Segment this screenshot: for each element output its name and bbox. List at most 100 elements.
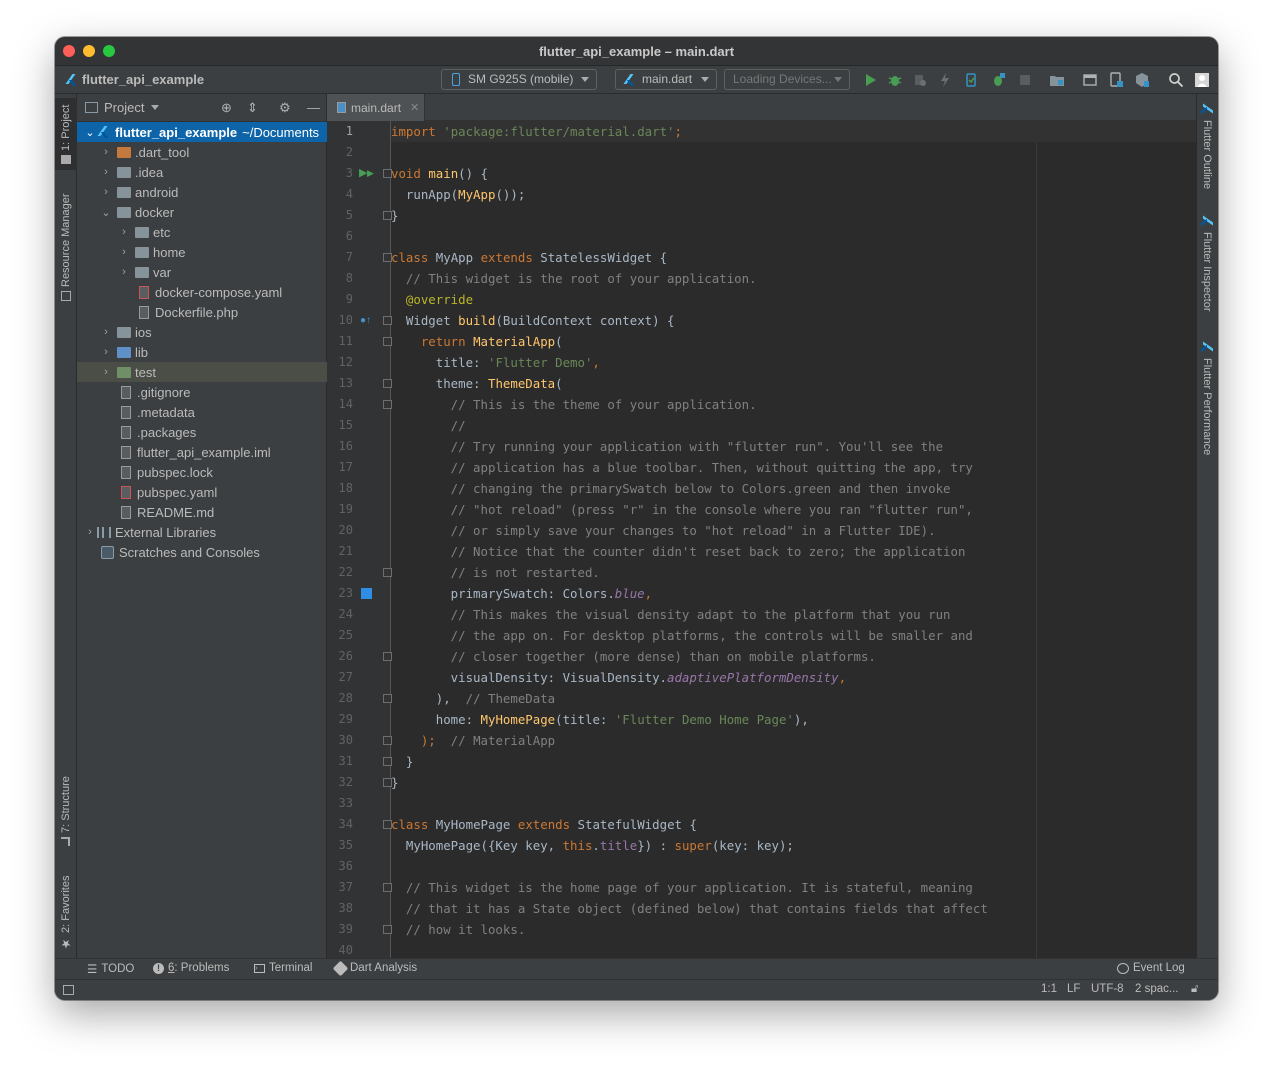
user-icon[interactable] [1194,72,1210,88]
tab-main-dart[interactable]: main.dart ✕ [327,94,425,121]
override-gutter-icon[interactable]: ●↑ [360,310,371,331]
close-window-button[interactable] [63,45,75,57]
collapse-all-icon[interactable]: ⇕ [247,100,258,116]
code-line-29: home: MyHomePage(title: 'Flutter Demo Ho… [391,712,809,727]
chevron-down-icon[interactable]: ⌄ [83,126,97,139]
device-selector[interactable]: SM G925S (mobile) [441,69,597,90]
tree-item-metadata[interactable]: .metadata [77,402,327,422]
tree-root[interactable]: ⌄ flutter_api_example ~/Documents [77,122,327,142]
chevron-right-icon[interactable]: › [99,366,113,378]
tree-item-docker[interactable]: ⌄ docker [77,202,327,222]
code-area[interactable]: ✔ import 'package:flutter/material.dart'… [391,121,1196,958]
todo-button[interactable]: ☰ TODO [87,962,134,976]
tree-item-dart-tool[interactable]: › .dart_tool [77,142,327,162]
tree-item-packages[interactable]: .packages [77,422,327,442]
chevron-down-icon[interactable] [151,105,160,110]
tree-item-scratches[interactable]: Scratches and Consoles [77,542,327,562]
tree-item-pubspec-lock[interactable]: pubspec.lock [77,462,327,482]
event-log-button[interactable]: Event Log [1117,962,1185,974]
avd-manager-icon[interactable] [1108,72,1124,88]
code-line-13: theme: ThemeData( [391,376,563,391]
folder-icon [61,154,71,164]
terminal-button[interactable]: › Terminal [254,962,312,974]
flutter-inspector-icon[interactable] [1134,72,1150,88]
profile-icon[interactable] [912,72,928,88]
close-tab-icon[interactable]: ✕ [410,101,419,114]
chevron-right-icon[interactable]: › [83,526,97,538]
tree-item-etc[interactable]: › etc [77,222,327,242]
line-number: 2 [345,145,353,159]
tab-flutter-outline[interactable]: Flutter Outline [1196,104,1218,200]
chevron-down-icon[interactable]: ⌄ [99,206,113,219]
tree-item-iml[interactable]: flutter_api_example.iml [77,442,327,462]
run-config-selector[interactable]: main.dart [615,69,717,90]
indent-setting[interactable]: 2 spac... [1135,983,1178,995]
tree-item-readme[interactable]: README.md [77,502,327,522]
tree-item-var[interactable]: › var [77,262,327,282]
tree-item-dockerfile[interactable]: Dockerfile.php [77,302,327,322]
run-icon[interactable] [862,72,878,88]
chevron-right-icon[interactable]: › [99,346,113,358]
info-icon: ! [153,962,164,974]
stop-icon[interactable] [1017,72,1033,88]
tree-item-idea[interactable]: › .idea [77,162,327,182]
project-view-selector[interactable]: Project [104,100,144,115]
chevron-right-icon[interactable]: › [117,246,131,258]
gear-icon[interactable]: ⚙ [279,100,291,116]
color-swatch-icon[interactable] [361,588,372,599]
project-structure-icon[interactable] [1049,72,1065,88]
attach-debugger-icon[interactable] [990,72,1006,88]
file-encoding[interactable]: UTF-8 [1091,983,1124,995]
debug-gutter-icon[interactable]: ▶ [367,163,374,184]
hide-panel-icon[interactable]: — [307,100,320,115]
tree-item-gitignore[interactable]: .gitignore [77,382,327,402]
file-icon [139,305,149,319]
zoom-window-button[interactable] [103,45,115,57]
tree-item-android[interactable]: › android [77,182,327,202]
tab-project[interactable]: 1: Project [55,98,77,170]
project-breadcrumb[interactable]: flutter_api_example [67,72,204,87]
hot-reload-icon[interactable] [937,72,953,88]
code-line-34: class MyHomePage extends StatefulWidget … [391,817,697,832]
code-line-18: // changing the primarySwatch below to C… [391,481,951,496]
minimize-window-button[interactable] [83,45,95,57]
tab-structure[interactable]: 7: Structure [55,770,77,852]
code-line-12: title: 'Flutter Demo', [391,355,600,370]
flutter-icon [1201,217,1213,227]
tree-item-external-libraries[interactable]: › External Libraries [77,522,327,542]
code-line-7: class MyApp extends StatelessWidget { [391,250,668,265]
chevron-right-icon[interactable]: › [117,226,131,238]
chevron-right-icon[interactable]: › [99,166,113,178]
chevron-right-icon[interactable]: › [99,146,113,158]
tree-item-docker-compose[interactable]: docker-compose.yaml [77,282,327,302]
code-line-5: } [391,208,399,223]
dart-analysis-button[interactable]: Dart Analysis [332,960,417,976]
search-icon[interactable] [1168,72,1184,88]
tree-item-lib[interactable]: › lib [77,342,327,362]
debug-icon[interactable] [887,72,903,88]
device-manager-icon[interactable] [963,72,979,88]
problems-button[interactable]: ! 6: Problems [153,962,229,974]
sdk-manager-icon[interactable] [1082,72,1098,88]
toggle-tool-windows-icon[interactable] [63,985,74,995]
line-number: 4 [345,187,353,201]
tree-item-test[interactable]: › test [77,362,327,382]
tab-flutter-inspector[interactable]: Flutter Inspector [1196,216,1218,326]
tree-item-ios[interactable]: › ios [77,322,327,342]
chevron-down-icon [834,77,842,82]
tab-flutter-performance[interactable]: Flutter Performance [1196,342,1218,472]
tree-item-home[interactable]: › home [77,242,327,262]
line-number: 25 [338,628,353,642]
chevron-right-icon[interactable]: › [117,266,131,278]
line-separator[interactable]: LF [1067,983,1080,995]
chevron-right-icon[interactable]: › [99,326,113,338]
unlock-icon[interactable]: 🔓︎ [1191,983,1198,996]
chevron-right-icon[interactable]: › [99,186,113,198]
target-device-selector[interactable]: Loading Devices... [724,69,850,90]
locate-icon[interactable]: ⊕ [221,100,232,116]
tab-resource-manager[interactable]: Resource Manager [55,188,77,306]
tab-favorites[interactable]: ★ 2: Favorites [55,870,77,956]
navigation-toolbar: flutter_api_example SM G925S (mobile) ma… [55,66,1218,94]
caret-position[interactable]: 1:1 [1041,983,1057,995]
tree-item-pubspec-yaml[interactable]: pubspec.yaml [77,482,327,502]
